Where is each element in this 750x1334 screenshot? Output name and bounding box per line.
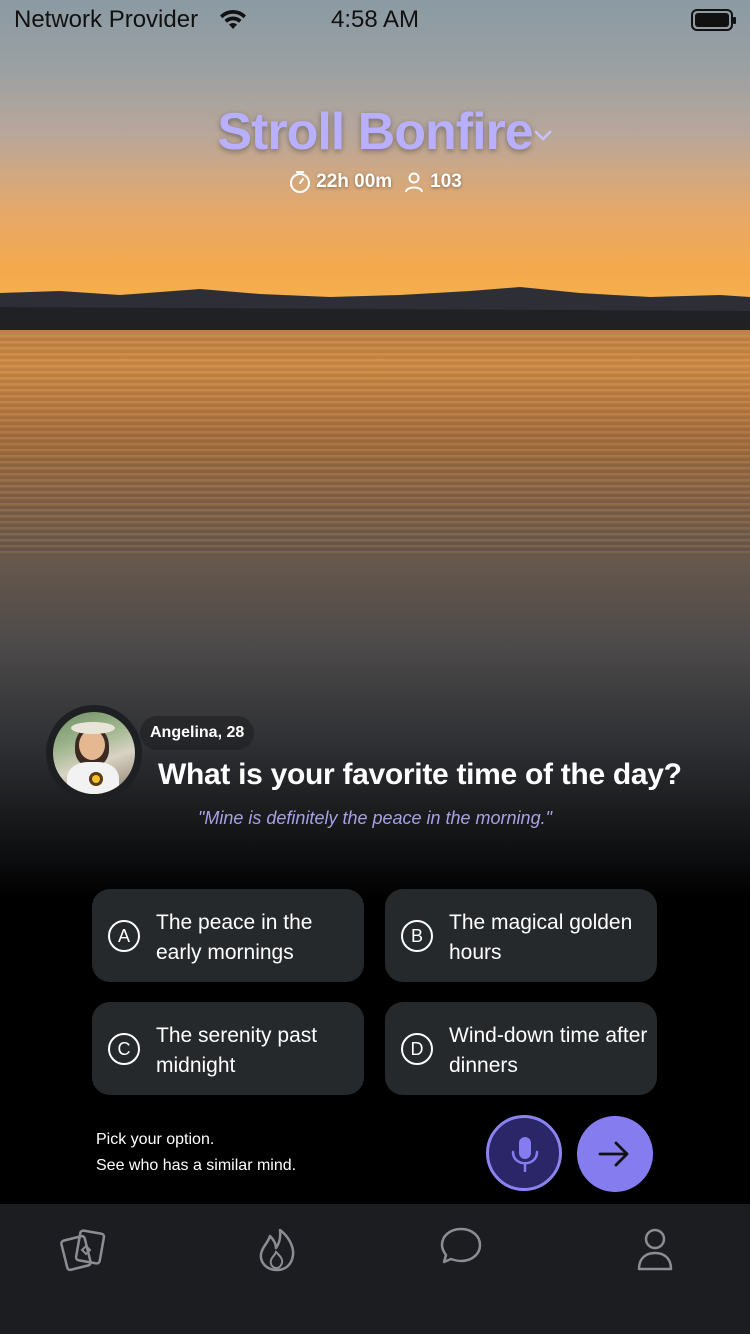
hint-text: Pick your option. See who has a similar … xyxy=(96,1127,296,1179)
option-text: The magical golden hours xyxy=(449,911,633,964)
person-icon xyxy=(405,172,424,193)
person-icon xyxy=(637,1228,673,1271)
option-letter-badge: C xyxy=(108,1033,140,1065)
option-b-button[interactable]: B The magical golden hours xyxy=(385,889,657,982)
arrow-right-icon xyxy=(598,1141,629,1167)
tab-profile[interactable] xyxy=(630,1224,680,1274)
question-text: What is your favorite time of the day? xyxy=(158,758,682,791)
participants: 103 xyxy=(402,170,462,194)
record-voice-button[interactable] xyxy=(486,1115,562,1191)
option-c-button[interactable]: C The serenity past midnight xyxy=(92,1002,364,1095)
option-letter-badge: A xyxy=(108,920,140,952)
room-title[interactable]: Stroll Bonfire xyxy=(0,102,750,162)
option-a-button[interactable]: A The peace in the early mornings xyxy=(92,889,364,982)
clock: 4:58 AM xyxy=(330,6,420,33)
option-text: The peace in the early mornings xyxy=(156,911,313,964)
status-bar: Network Provider 4:58 AM xyxy=(0,0,750,40)
asker-name: Angelina, 28 xyxy=(140,716,255,750)
option-text: The serenity past midnight xyxy=(156,1024,318,1077)
room-name: Stroll Bonfire xyxy=(217,103,533,161)
tab-chat[interactable] xyxy=(436,1224,486,1274)
option-d-button[interactable]: D Wind-down time after dinners xyxy=(385,1002,657,1095)
avatar-photo xyxy=(53,712,135,794)
option-letter-badge: D xyxy=(401,1033,433,1065)
battery-icon xyxy=(691,9,736,31)
tab-cards[interactable] xyxy=(58,1224,108,1274)
chevron-down-icon[interactable] xyxy=(533,128,553,142)
hint-line-2: See who has a similar mind. xyxy=(96,1157,297,1174)
stopwatch-icon xyxy=(290,171,311,193)
hint-line-1: Pick your option. xyxy=(96,1131,215,1148)
room-meta: 22h 00m 103 xyxy=(0,170,750,194)
flame-icon xyxy=(259,1228,295,1272)
water-reflection xyxy=(0,335,750,555)
next-button[interactable] xyxy=(577,1116,653,1192)
asker-answer-quote: "Mine is definitely the peace in the mor… xyxy=(198,808,552,828)
timer-value: 22h 00m xyxy=(316,171,393,192)
timer: 22h 00m xyxy=(288,170,392,194)
tab-bonfire[interactable] xyxy=(252,1224,302,1274)
distant-hills xyxy=(0,287,750,335)
option-text: Wind-down time after dinners xyxy=(449,1024,648,1077)
cards-icon xyxy=(60,1229,106,1272)
option-letter-badge: B xyxy=(401,920,433,952)
avatar[interactable] xyxy=(46,705,142,801)
chat-bubble-icon xyxy=(440,1227,482,1264)
microphone-icon xyxy=(511,1137,539,1172)
participants-count: 103 xyxy=(430,171,462,192)
tab-bar xyxy=(0,1204,750,1334)
